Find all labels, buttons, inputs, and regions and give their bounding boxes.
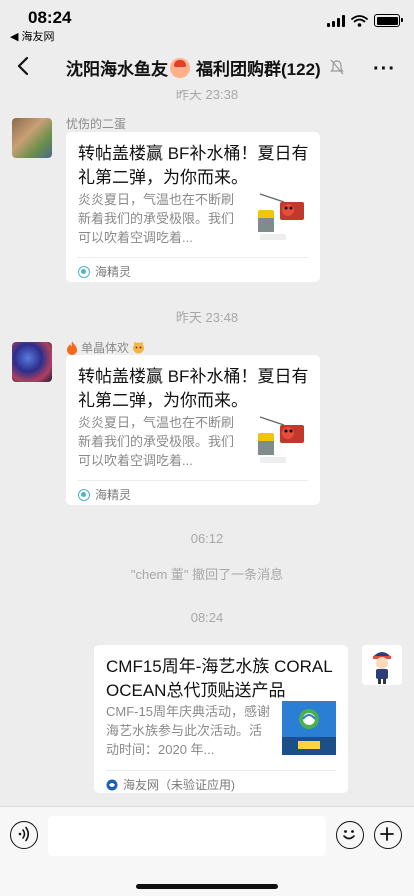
source-label: 海友网（未验证应用) <box>123 778 235 792</box>
card-divider <box>78 257 308 258</box>
card-divider <box>106 770 336 771</box>
source-label: 海精灵 <box>95 488 132 502</box>
card-thumbnail <box>254 411 308 465</box>
app-icon <box>106 779 118 790</box>
voice-input-button[interactable] <box>10 821 38 849</box>
smiley-icon <box>343 830 355 840</box>
card-source: 海友网（未验证应用) <box>106 776 235 793</box>
sender-name: 单晶体欢 <box>66 339 145 356</box>
plus-icon <box>380 827 394 841</box>
shared-link-card[interactable]: 转帖盖楼赢 BF补水桶！夏日有礼第二弹，为你而来。 炎炎夏日，气温也在不断刷新着… <box>66 355 320 505</box>
card-title: 转帖盖楼赢 BF补水桶！夏日有礼第二弹，为你而来。 <box>78 144 309 187</box>
voice-icon <box>18 826 30 842</box>
shared-link-card[interactable]: CMF15周年-海艺水族 CORAL OCEAN总代顶贴送产品 CMF-15周年… <box>94 645 348 793</box>
emoji-icon <box>170 57 190 78</box>
input-bar <box>0 806 414 896</box>
card-title: CMF15周年-海艺水族 CORAL OCEAN总代顶贴送产品 <box>106 657 333 700</box>
cat-icon <box>133 341 145 354</box>
avatar[interactable] <box>12 118 52 158</box>
timestamp: 昨天 23:48 <box>175 310 239 325</box>
more-options-button[interactable]: ··· <box>373 58 396 81</box>
status-time: 08:24 <box>28 8 72 27</box>
avatar-illustration <box>362 645 402 685</box>
fire-icon <box>67 340 77 355</box>
wifi-icon <box>351 14 368 27</box>
signal-icon <box>327 14 345 27</box>
avatar[interactable] <box>12 342 52 382</box>
chat-area[interactable]: 昨天 23:38 忧伤的二蛋 转帖盖楼赢 BF补水桶！夏日有礼第二弹，为你而来。… <box>0 90 414 806</box>
chat-header: 沈阳海水鱼友 福利团购群(122) ··· <box>0 44 414 90</box>
timestamp: 昨天 23:38 <box>175 90 239 102</box>
more-functions-button[interactable] <box>374 821 402 849</box>
back-to-app-link[interactable]: ◀ 海友网 <box>10 28 55 44</box>
card-thumbnail <box>254 188 308 242</box>
sender-name: 忧伤的二蛋 <box>66 117 127 131</box>
battery-icon <box>374 14 403 27</box>
chat-title-part2: 福利团购群(122) <box>196 60 321 79</box>
emoji-button[interactable] <box>336 821 364 849</box>
card-description: CMF-15周年庆典活动，感谢海艺水族参与此次活动。活动时间：2020 年... <box>106 704 270 757</box>
home-indicator[interactable] <box>136 884 278 889</box>
shared-link-card[interactable]: 转帖盖楼赢 BF补水桶！夏日有礼第二弹，为你而来。 炎炎夏日，气温也在不断刷新着… <box>66 132 320 282</box>
source-label: 海精灵 <box>95 265 132 279</box>
status-bar: 08:24 ◀ 海友网 <box>0 0 414 44</box>
miniprogram-icon <box>78 488 90 501</box>
back-arrow-icon[interactable] <box>12 54 36 78</box>
card-title: 转帖盖楼赢 BF补水桶！夏日有礼第二弹，为你而来。 <box>78 367 309 410</box>
message-input[interactable] <box>48 816 326 856</box>
status-icons <box>327 14 403 27</box>
mute-bell-icon <box>330 59 344 75</box>
my-avatar[interactable] <box>362 645 402 685</box>
card-divider <box>78 480 308 481</box>
timestamp: 08:24 <box>190 610 224 625</box>
chat-title: 沈阳海水鱼友 福利团购群(122) <box>66 55 321 80</box>
recall-notice: "chem 董" 撤回了一条消息 <box>130 567 284 582</box>
card-thumbnail <box>282 701 336 755</box>
chat-title-part1: 沈阳海水鱼友 <box>66 60 168 79</box>
card-description: 炎炎夏日，气温也在不断刷新着我们的承受极限。我们可以吹着空调吃着... <box>78 415 235 468</box>
card-description: 炎炎夏日，气温也在不断刷新着我们的承受极限。我们可以吹着空调吃着... <box>78 192 235 245</box>
miniprogram-icon <box>78 265 90 278</box>
card-source: 海精灵 <box>78 263 131 280</box>
timestamp: 06:12 <box>190 531 224 546</box>
card-source: 海精灵 <box>78 486 131 503</box>
